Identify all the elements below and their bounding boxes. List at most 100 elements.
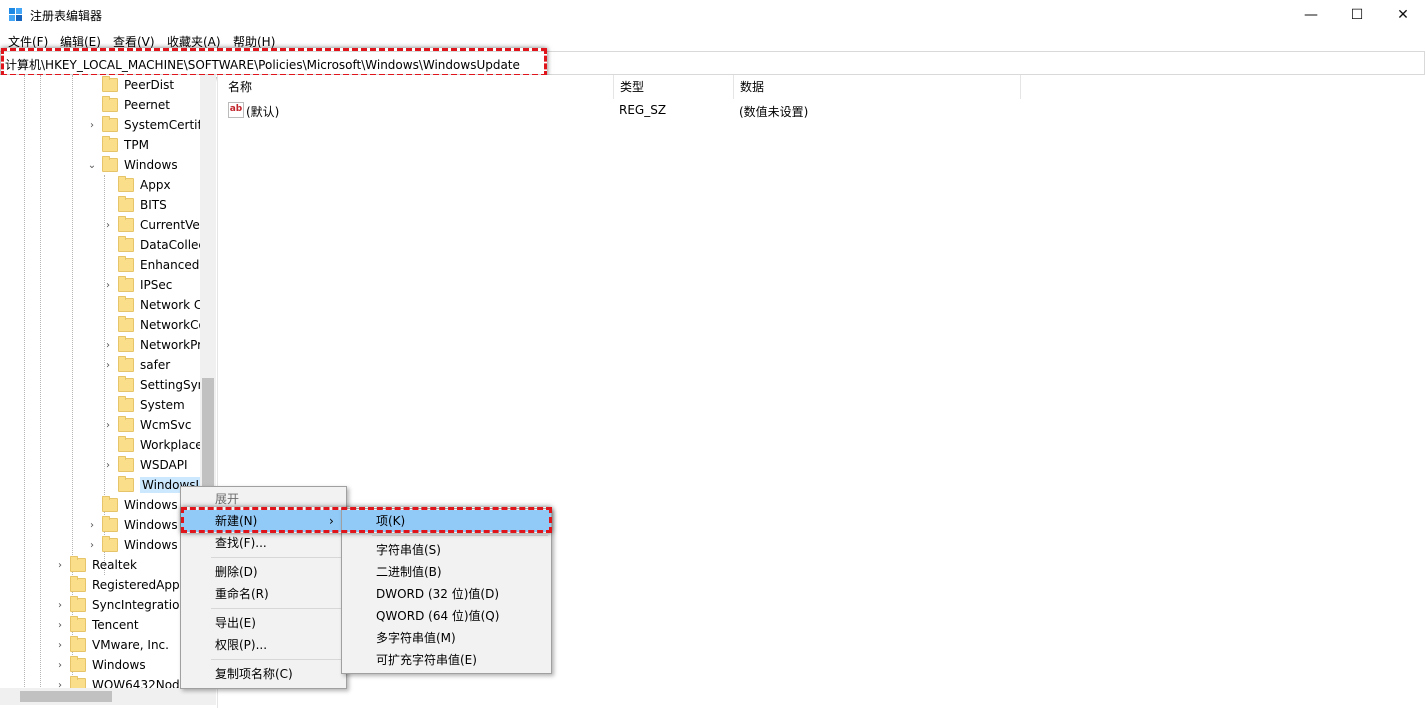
tree-item-label: safer [140,358,171,372]
expand-arrow-icon[interactable]: › [102,280,114,291]
submenu-item-multi-string-value[interactable]: 多字符串值(M) [342,627,551,649]
expand-arrow-icon[interactable]: › [86,120,98,131]
menu-item-copy-key-name[interactable]: 复制项名称(C) [181,663,346,685]
expand-arrow-icon[interactable]: › [102,420,114,431]
expand-arrow-icon[interactable]: › [102,360,114,371]
menu-item-delete[interactable]: 删除(D) [181,561,346,583]
tree-item[interactable]: › WSDAPI [102,455,188,475]
tree-item[interactable]: DataCollect [102,235,210,255]
tree-item-label: CurrentVer [140,218,205,232]
folder-icon [102,516,118,532]
expand-arrow-icon[interactable]: › [54,660,66,671]
tree-item-label: EnhancedS [140,258,207,272]
menu-item-find[interactable]: 查找(F)... [181,532,346,554]
folder-icon [118,176,134,192]
menu-item-permissions[interactable]: 权限(P)... [181,634,346,656]
tree-item-label: TPM [124,138,149,152]
folder-icon [102,96,118,112]
tree-item[interactable]: NetworkCo [102,315,206,335]
folder-icon [102,76,118,92]
expand-arrow-icon[interactable]: › [54,620,66,631]
menu-item-export[interactable]: 导出(E) [181,612,346,634]
expand-arrow-icon[interactable]: › [102,220,114,231]
tree-item[interactable]: › VMware, Inc. [54,635,169,655]
expand-arrow-icon[interactable]: › [54,640,66,651]
tree-item[interactable]: Windows A [86,495,190,515]
menu-item-rename[interactable]: 重命名(R) [181,583,346,605]
expand-arrow-icon[interactable]: › [102,340,114,351]
menu-separator [211,557,343,558]
tree-hscroll-thumb[interactable] [20,691,112,702]
tree-item[interactable]: EnhancedS [102,255,207,275]
list-item[interactable]: ab (默认) REG_SZ (数值未设置) [222,101,1022,121]
expand-arrow-icon[interactable]: › [86,540,98,551]
tree-item[interactable]: › IPSec [102,275,172,295]
tree-item[interactable]: › Windows [54,655,146,675]
folder-icon [70,636,86,652]
tree-item-label: Workplace [140,438,203,452]
tree-item[interactable]: › WcmSvc [102,415,191,435]
tree-item[interactable]: System [102,395,185,415]
tree-item-label: Peernet [124,98,170,112]
tree-item-label: SystemCertific [124,118,212,132]
folder-icon [118,296,134,312]
new-key-highlight-box [181,507,552,533]
tree-item[interactable]: › Realtek [54,555,137,575]
tree-item[interactable]: ⌄ Windows [86,155,178,175]
column-header-type[interactable]: 类型 [614,75,734,99]
tree-item-label: Windows [92,658,146,672]
tree-item[interactable]: Peernet [86,95,170,115]
tree-item[interactable]: › safer [102,355,170,375]
minimize-button[interactable]: — [1288,0,1334,30]
registry-editor-icon [9,8,22,21]
expand-arrow-icon[interactable]: › [54,600,66,611]
tree-item[interactable]: Network Co [102,295,210,315]
tree-item[interactable]: TPM [86,135,149,155]
folder-icon [70,596,86,612]
submenu-item-expandable-string-value[interactable]: 可扩充字符串值(E) [342,649,551,671]
tree-item-label: WSDAPI [140,458,188,472]
close-button[interactable]: ✕ [1380,0,1426,30]
column-header-data[interactable]: 数据 [734,75,1021,99]
expand-arrow-icon[interactable]: › [102,460,114,471]
tree-item[interactable]: › NetworkPr [102,335,202,355]
tree-item-label: Windows [124,158,178,172]
tree-item[interactable]: Workplace [102,435,203,455]
tree-item[interactable]: PeerDist [86,75,174,95]
expand-arrow-icon[interactable]: › [86,520,98,531]
tree-item[interactable]: › Windows D [86,515,191,535]
tree-item[interactable]: › Tencent [54,615,139,635]
tree-item[interactable]: RegisteredAppli [54,575,186,595]
folder-icon [102,156,118,172]
submenu-item-binary-value[interactable]: 二进制值(B) [342,561,551,583]
folder-icon [70,656,86,672]
tree-item-label: System [140,398,185,412]
window-title: 注册表编辑器 [30,9,103,23]
submenu-item-dword-value[interactable]: DWORD (32 位)值(D) [342,583,551,605]
value-data: (数值未设置) [739,105,809,119]
folder-icon [118,436,134,452]
folder-icon [118,416,134,432]
tree-item[interactable]: › CurrentVer [102,215,205,235]
tree-item-label: NetworkCo [140,318,206,332]
string-value-icon: ab [228,102,244,118]
maximize-button[interactable]: ☐ [1334,0,1380,30]
tree-item[interactable]: › Windows N [86,535,190,555]
menu-separator [372,535,548,536]
tree-item[interactable]: SettingSync [102,375,212,395]
submenu-item-string-value[interactable]: 字符串值(S) [342,539,551,561]
expand-arrow-icon[interactable]: ⌄ [86,160,98,171]
tree-scroll-thumb[interactable] [202,378,214,498]
folder-icon [102,536,118,552]
tree-item[interactable]: BITS [102,195,167,215]
column-header-name[interactable]: 名称 [222,75,614,99]
tree-item[interactable]: › SyncIntegrationC [54,595,195,615]
tree-item-label: Tencent [92,618,139,632]
folder-icon [118,196,134,212]
tree-guide-line [40,75,41,695]
folder-icon [118,336,134,352]
expand-arrow-icon[interactable]: › [54,560,66,571]
submenu-item-qword-value[interactable]: QWORD (64 位)值(Q) [342,605,551,627]
tree-item[interactable]: › SystemCertific [86,115,212,135]
tree-item[interactable]: Appx [102,175,171,195]
